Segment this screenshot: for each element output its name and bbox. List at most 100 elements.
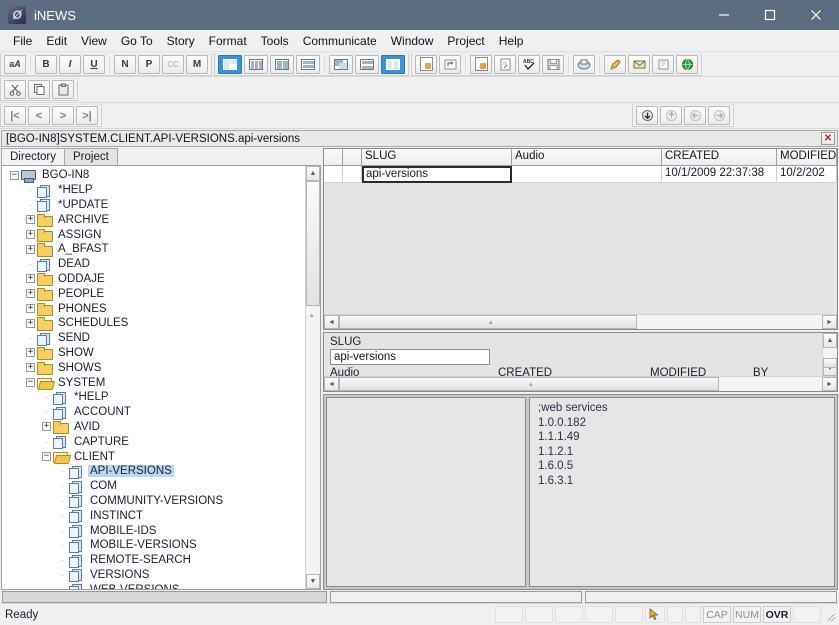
menu-story[interactable]: Story bbox=[160, 32, 202, 50]
queue-hscroll-thumb[interactable] bbox=[339, 315, 637, 329]
tree-item-client[interactable]: −CLIENT bbox=[4, 449, 305, 464]
tree-item-schedules[interactable]: +SCHEDULES bbox=[4, 316, 305, 331]
queue-header-marker-1[interactable] bbox=[343, 149, 362, 166]
tree-item-help[interactable]: ·*HELP bbox=[4, 183, 305, 198]
tree-expand-icon[interactable]: + bbox=[26, 274, 35, 283]
tree-item-oddaje[interactable]: +ODDAJE bbox=[4, 272, 305, 287]
tree-item-mobile-ids[interactable]: ·MOBILE-IDS bbox=[4, 523, 305, 538]
tree-item-api-versions[interactable]: ·API-VERSIONS bbox=[4, 464, 305, 479]
tree-item-update[interactable]: ·*UPDATE bbox=[4, 198, 305, 213]
sort-left-button[interactable] bbox=[684, 106, 706, 125]
tree-expand-icon[interactable]: + bbox=[26, 289, 35, 298]
first-record-button[interactable]: |< bbox=[4, 106, 26, 125]
layout-tile-horizontal-button[interactable] bbox=[355, 55, 379, 74]
print-preview-button[interactable] bbox=[494, 55, 516, 74]
underline-button[interactable]: U bbox=[83, 55, 105, 74]
layout-cascade-button[interactable] bbox=[329, 55, 353, 74]
tree-scroll-track[interactable]: ▴ bbox=[306, 181, 320, 574]
queue-cell-created[interactable]: 10/1/2009 22:37:38 bbox=[662, 166, 777, 183]
last-record-button[interactable]: >| bbox=[76, 106, 98, 125]
tree-item-capture[interactable]: ·CAPTURE bbox=[4, 434, 305, 449]
new-queue-button[interactable] bbox=[439, 55, 461, 74]
story-text-pane[interactable]: ;web services1.0.0.1821.1.1.491.1.2.11.6… bbox=[529, 397, 835, 587]
tree-expand-icon[interactable]: + bbox=[26, 363, 35, 372]
production-cue-pane[interactable] bbox=[326, 397, 526, 587]
tree-item-com[interactable]: ·COM bbox=[4, 479, 305, 494]
slug-input[interactable]: api-versions bbox=[330, 349, 490, 365]
copy-button[interactable] bbox=[28, 80, 50, 99]
previous-record-button[interactable]: < bbox=[28, 106, 50, 125]
bottom-strip-left-segment[interactable] bbox=[2, 591, 327, 603]
menu-file[interactable]: File bbox=[6, 32, 39, 50]
maximize-icon[interactable] bbox=[747, 0, 793, 30]
form-scroll-right-icon[interactable]: ► bbox=[822, 377, 837, 391]
menu-edit[interactable]: Edit bbox=[39, 32, 74, 50]
tree-item-archive[interactable]: +ARCHIVE bbox=[4, 212, 305, 227]
layout-two-column-button[interactable] bbox=[270, 55, 294, 74]
resize-grip-icon[interactable] bbox=[824, 609, 836, 621]
tree-item-web-versions[interactable]: ·WEB-VERSIONS bbox=[4, 582, 305, 589]
tree-expand-icon[interactable]: + bbox=[26, 230, 35, 239]
tree-item-versions[interactable]: ·VERSIONS bbox=[4, 568, 305, 583]
form-horizontal-scrollbar[interactable]: ◄ ▴ ► bbox=[324, 376, 837, 391]
mail-button[interactable] bbox=[628, 55, 650, 74]
queue-scroll-right-icon[interactable]: ► bbox=[822, 315, 837, 329]
tree-item-community-versions[interactable]: ·COMMUNITY-VERSIONS bbox=[4, 494, 305, 509]
minimize-icon[interactable] bbox=[701, 0, 747, 30]
tree-item-account[interactable]: ·ACCOUNT bbox=[4, 405, 305, 420]
tree-item-phones[interactable]: +PHONES bbox=[4, 301, 305, 316]
paste-button[interactable] bbox=[52, 80, 74, 99]
highlight-button[interactable] bbox=[604, 55, 626, 74]
menu-goto[interactable]: Go To bbox=[114, 32, 160, 50]
menu-view[interactable]: View bbox=[74, 32, 114, 50]
tree-item-a-bfast[interactable]: +A_BFAST bbox=[4, 242, 305, 257]
queue-header-slug[interactable]: SLUG bbox=[362, 149, 512, 166]
spell-check-button[interactable]: ABC bbox=[518, 55, 540, 74]
queue-cell-marker2[interactable] bbox=[343, 166, 362, 183]
layout-three-column-button[interactable] bbox=[244, 55, 268, 74]
form-vertical-scrollbar[interactable]: ▲ ▼ bbox=[822, 333, 837, 376]
tree-expand-icon[interactable]: + bbox=[26, 245, 35, 254]
queue-header-audio[interactable]: Audio bbox=[512, 149, 662, 166]
sort-right-button[interactable] bbox=[708, 106, 730, 125]
bottom-strip-right-segment[interactable] bbox=[585, 591, 837, 603]
queue-scroll-left-icon[interactable]: ◄ bbox=[324, 315, 339, 329]
print-button[interactable] bbox=[573, 55, 595, 74]
sort-up-button[interactable] bbox=[660, 106, 682, 125]
tree-item-dead[interactable]: ·DEAD bbox=[4, 257, 305, 272]
tab-project[interactable]: Project bbox=[64, 148, 118, 165]
scroll-up-arrow-icon[interactable]: ▲ bbox=[306, 166, 320, 181]
form-scroll-thumb[interactable] bbox=[823, 358, 837, 368]
menu-format[interactable]: Format bbox=[202, 32, 254, 50]
closed-caption-button[interactable]: CC bbox=[162, 55, 184, 74]
bold-button[interactable]: B bbox=[35, 55, 57, 74]
tree-item-mobile-versions[interactable]: ·MOBILE-VERSIONS bbox=[4, 538, 305, 553]
tree-item-shows[interactable]: +SHOWS bbox=[4, 360, 305, 375]
menu-help[interactable]: Help bbox=[492, 32, 531, 50]
tree-item-show[interactable]: +SHOW bbox=[4, 346, 305, 361]
machine-control-button[interactable]: M bbox=[186, 55, 208, 74]
queue-header-created[interactable]: CREATED bbox=[662, 149, 777, 166]
tree-collapse-icon[interactable]: − bbox=[42, 452, 51, 461]
tree-item-people[interactable]: +PEOPLE bbox=[4, 286, 305, 301]
tree-scroll-thumb[interactable] bbox=[306, 181, 320, 306]
form-scroll-track[interactable] bbox=[823, 348, 837, 361]
layout-tile-vertical-button[interactable] bbox=[381, 55, 405, 74]
tree-item-assign[interactable]: +ASSIGN bbox=[4, 227, 305, 242]
tree-item-remote-search[interactable]: ·REMOTE-SEARCH bbox=[4, 553, 305, 568]
document-close-icon[interactable]: ✕ bbox=[821, 132, 835, 145]
tree-vertical-scrollbar[interactable]: ▲ ▴ ▼ bbox=[305, 166, 320, 589]
tab-directory[interactable]: Directory bbox=[1, 148, 65, 165]
queue-header-marker-0[interactable] bbox=[324, 149, 343, 166]
new-story-button[interactable] bbox=[415, 55, 437, 74]
queue-cell-marker1[interactable] bbox=[324, 166, 343, 183]
queue-header-modified[interactable]: MODIFIED bbox=[777, 149, 837, 166]
tree-expand-icon[interactable]: + bbox=[26, 348, 35, 357]
web-button[interactable] bbox=[676, 55, 698, 74]
directory-tree[interactable]: −BGO-IN8·*HELP·*UPDATE+ARCHIVE+ASSIGN+A_… bbox=[2, 166, 305, 589]
queue-cell-audio[interactable] bbox=[512, 166, 662, 183]
queue-cell-modified[interactable]: 10/2/202 bbox=[777, 166, 837, 183]
save-button[interactable] bbox=[542, 55, 564, 74]
italic-button[interactable]: I bbox=[59, 55, 81, 74]
queue-hscroll-track[interactable]: ▴ bbox=[339, 315, 822, 329]
